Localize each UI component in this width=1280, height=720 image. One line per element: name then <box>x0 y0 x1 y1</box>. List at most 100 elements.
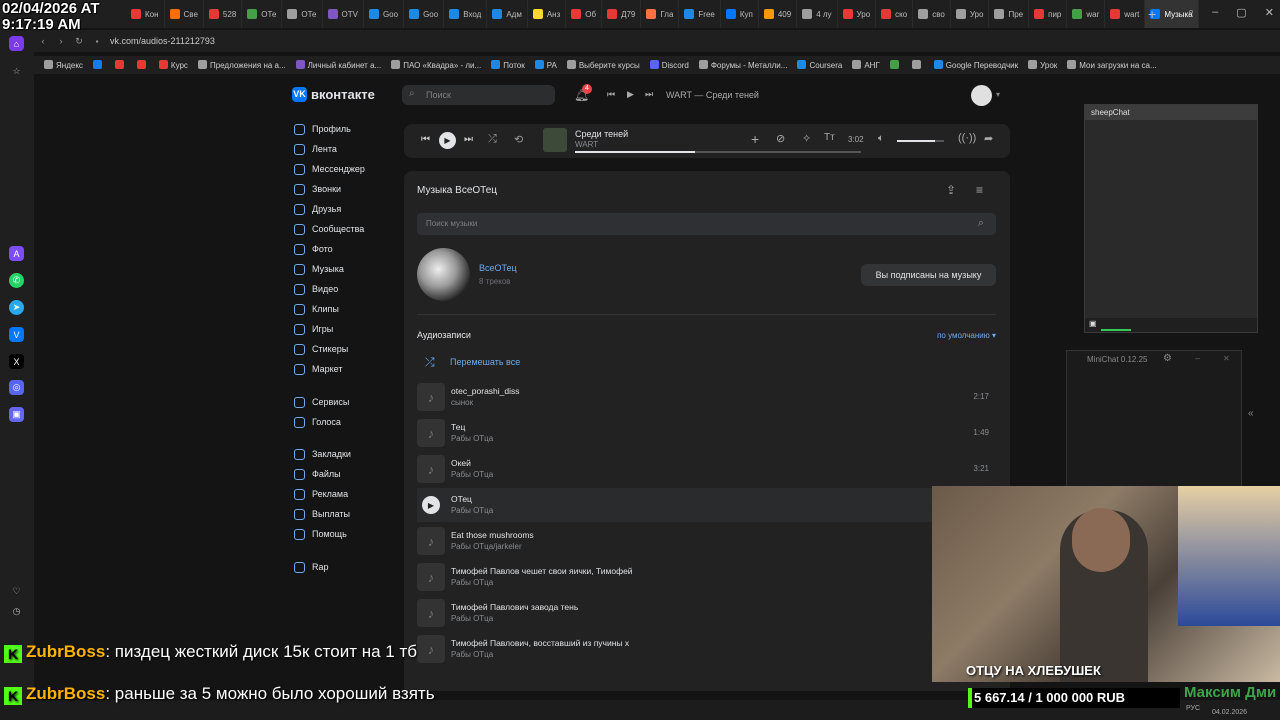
music-note-icon[interactable]: ♪ <box>417 635 445 663</box>
volume-icon[interactable]: 🔈︎ <box>878 133 884 144</box>
bookmark-item[interactable]: Форумы - Металли... <box>698 60 787 70</box>
header-now-playing[interactable]: WART — Среди теней <box>666 90 759 100</box>
nav-item[interactable]: Реклама <box>294 486 348 502</box>
nav-item[interactable]: Rap <box>294 559 329 575</box>
track-play-icon[interactable]: ▶ <box>422 496 440 514</box>
play-button[interactable]: ▶ <box>439 132 456 149</box>
browser-tab[interactable]: Пре <box>989 0 1030 28</box>
track-artist[interactable]: сынок <box>451 398 473 407</box>
discord-icon[interactable]: ◎ <box>9 380 24 395</box>
shuffle-icon[interactable]: ⤮ <box>488 133 497 146</box>
url-text[interactable]: vk.com/audios-211212793 <box>110 36 215 46</box>
browser-tab[interactable]: war <box>1067 0 1106 28</box>
close-window-icon[interactable]: ✕ <box>1265 6 1274 19</box>
browser-tab[interactable]: wart <box>1105 0 1146 28</box>
nav-item[interactable]: Файлы <box>294 466 341 482</box>
track-artist[interactable]: Рабы ОТца <box>451 614 493 623</box>
bookmark-item[interactable]: Google Переводчик <box>933 60 1018 70</box>
browser-tab[interactable]: Д79 <box>602 0 642 28</box>
header-play-icon[interactable]: ▶ <box>627 89 634 100</box>
bookmark-item[interactable]: PA <box>534 60 557 70</box>
bookmark-item[interactable]: Coursera <box>797 60 842 70</box>
browser-tab[interactable]: Адм <box>487 0 528 28</box>
track-row[interactable]: ♪ Окей Рабы ОТца 3:21 <box>417 452 997 486</box>
star-icon[interactable]: ☆ <box>9 64 24 79</box>
forward-icon[interactable]: › <box>52 36 70 46</box>
dislike-icon[interactable]: ⊘ <box>776 132 785 145</box>
nav-item[interactable]: Фото <box>294 241 333 257</box>
browser-tab[interactable]: ско <box>876 0 914 28</box>
shuffle-all-icon[interactable]: ⤮ <box>425 355 435 370</box>
shuffle-all-button[interactable]: Перемешать все <box>450 357 520 367</box>
nav-item[interactable]: Маркет <box>294 361 342 377</box>
track-row[interactable]: ♪ Тимофей Павлов чешет свои яички, Тимофе… <box>417 560 997 594</box>
search-icon[interactable]: ⌕ <box>978 217 984 230</box>
bookmark-item[interactable] <box>92 60 105 70</box>
app2-icon[interactable]: ▣ <box>9 407 24 422</box>
browser-tab[interactable]: Анз <box>528 0 567 28</box>
nav-item[interactable]: Игры <box>294 321 333 337</box>
maximize-icon[interactable]: ▢ <box>1236 6 1246 19</box>
browser-tab[interactable]: 528 <box>204 0 243 28</box>
nav-item[interactable]: Видео <box>294 281 338 297</box>
bookmark-item[interactable]: АНГ <box>852 60 880 70</box>
nav-item[interactable]: Стикеры <box>294 341 348 357</box>
browser-tab[interactable]: Goo <box>364 0 405 28</box>
music-search-input[interactable]: Поиск музыки ⌕ <box>417 213 996 235</box>
nav-item[interactable]: Мессенджер <box>294 161 365 177</box>
browser-tab[interactable]: Free <box>679 0 721 28</box>
bookmark-item[interactable]: Поток <box>491 60 525 70</box>
track-artist[interactable]: Рабы ОТца <box>451 650 493 659</box>
vk-icon[interactable]: V <box>9 327 24 342</box>
search-tabs-icon[interactable]: ⌕ <box>1188 6 1194 19</box>
music-note-icon[interactable]: ♪ <box>417 419 445 447</box>
browser-tab[interactable]: Гла <box>641 0 680 28</box>
new-tab-button[interactable]: + <box>1148 6 1156 22</box>
upload-icon[interactable]: ⇪ <box>946 183 956 197</box>
browser-tab[interactable]: сво <box>913 0 951 28</box>
vk-logo-text[interactable]: вконтакте <box>311 87 375 102</box>
bookmark-item[interactable]: Discord <box>649 60 689 70</box>
nav-item[interactable]: Голоса <box>294 414 341 430</box>
repeat-icon[interactable]: ⟲ <box>514 133 523 146</box>
track-row[interactable]: ♪ otec_porashi_diss сынок 2:17 <box>417 380 997 414</box>
browser-tab[interactable]: Све <box>165 0 204 28</box>
add-icon[interactable]: + <box>751 131 759 147</box>
volume-slider[interactable] <box>897 140 944 142</box>
browser-tab[interactable]: ОТе <box>242 0 283 28</box>
home-icon[interactable]: ⌂ <box>9 36 24 51</box>
lyrics-icon[interactable]: Tт <box>824 132 835 143</box>
video-icon[interactable]: ▣ <box>1089 319 1097 328</box>
track-row[interactable]: ♪ Eat those mushrooms Рабы ОТца/jarkeler <box>417 524 997 558</box>
history-icon[interactable]: ◷ <box>9 604 24 619</box>
music-note-icon[interactable]: ♪ <box>417 599 445 627</box>
vk-logo-icon[interactable]: VK <box>292 87 307 102</box>
reload-icon[interactable]: ↻ <box>70 36 88 47</box>
bookmark-item[interactable]: ПАО «Квадра» - ли... <box>391 60 481 70</box>
nav-item[interactable]: Выплаты <box>294 506 350 522</box>
chevron-down-icon[interactable]: ▾ <box>996 90 1000 99</box>
bookmark-item[interactable]: Личный кабинет а... <box>295 60 381 70</box>
nav-item[interactable]: Музыка <box>294 261 344 277</box>
nav-item[interactable]: Профиль <box>294 121 351 137</box>
next-icon[interactable]: ⏭ <box>464 134 473 145</box>
bookmark-item[interactable] <box>136 60 149 70</box>
nav-item[interactable]: Закладки <box>294 446 351 462</box>
nav-item[interactable]: Клипы <box>294 301 339 317</box>
share-icon[interactable]: ➦ <box>984 132 993 145</box>
sparkle-icon[interactable]: ✧ <box>802 132 811 145</box>
browser-tab[interactable]: пир <box>1029 0 1068 28</box>
track-artist[interactable]: Рабы ОТца <box>451 470 493 479</box>
back-icon[interactable]: ‹ <box>34 36 52 46</box>
whatsapp-icon[interactable]: ✆ <box>9 273 24 288</box>
bookmark-item[interactable] <box>911 60 924 70</box>
track-artist[interactable]: Рабы ОТца <box>451 506 493 515</box>
track-artist[interactable]: Рабы ОТца/jarkeler <box>451 542 522 551</box>
bookmark-item[interactable]: Предложения на а... <box>197 60 286 70</box>
track-row[interactable]: ♪ Тец Рабы ОТца 1:49 <box>417 416 997 450</box>
bookmark-item[interactable]: Урок <box>1028 60 1057 70</box>
heart-icon[interactable]: ♡ <box>9 584 24 599</box>
header-next-icon[interactable]: ⏭ <box>645 89 653 100</box>
nav-item[interactable]: Помощь <box>294 526 347 542</box>
playlist-add-icon[interactable]: ≡ <box>976 183 983 197</box>
